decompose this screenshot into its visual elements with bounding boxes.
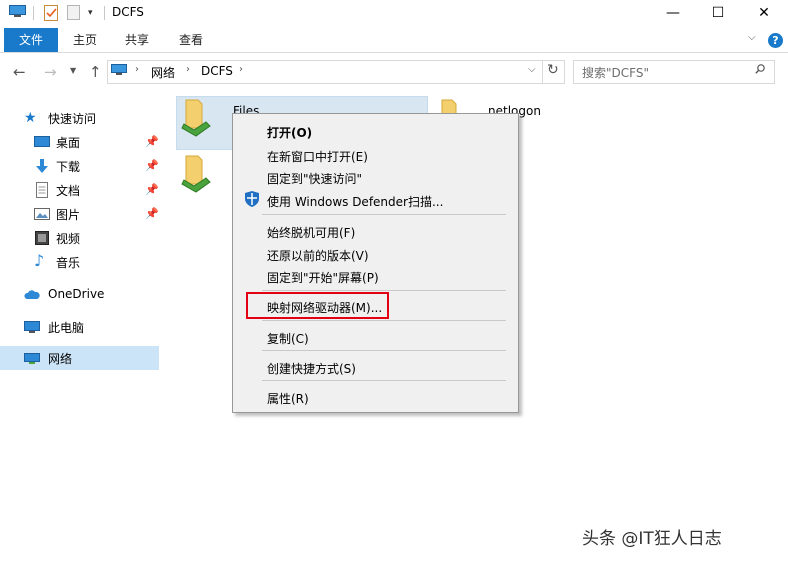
address-bar[interactable] [107,60,565,84]
new-document-icon[interactable] [67,5,80,20]
nav-item-desktop[interactable]: 桌面 📌 [0,130,159,154]
nav-label: 视频 [56,232,81,246]
nav-label: 音乐 [56,256,81,270]
breadcrumb-separator-icon[interactable]: › [135,64,139,75]
pin-icon[interactable]: 📌 [145,207,159,220]
breadcrumb-separator-icon[interactable]: › [239,64,243,75]
expand-ribbon-icon[interactable]: ⌵ [748,32,756,43]
nav-label: 网络 [48,352,73,366]
close-button[interactable]: ✕ [741,0,787,26]
recent-locations-icon[interactable]: ▼ [70,66,76,75]
nav-label: 此电脑 [48,321,85,335]
breadcrumb-separator-icon[interactable]: › [186,64,190,75]
menu-item-open-new-window[interactable]: 在新窗口中打开(E) [267,148,368,165]
breadcrumb-network[interactable]: 网络 [151,64,175,81]
forward-arrow-icon[interactable]: → [44,63,57,81]
nav-label: OneDrive [48,287,105,301]
search-placeholder: 搜索"DCFS" [582,66,649,80]
breadcrumb-dcfs[interactable]: DCFS [201,64,233,78]
tab-view[interactable]: 查看 [179,28,203,52]
shared-folder-icon[interactable] [180,154,214,200]
pin-icon[interactable]: 📌 [145,159,159,172]
title-separator [104,6,105,20]
windows-defender-shield-icon [245,191,259,207]
customize-toolbar-dropdown-icon[interactable]: ▾ [88,8,93,18]
help-icon[interactable]: ? [768,33,783,48]
refresh-separator [542,61,543,83]
menu-item-copy[interactable]: 复制(C) [267,330,309,347]
menu-separator [262,290,506,291]
shared-folder-icon [181,99,211,137]
quick-access-separator [33,6,34,20]
pin-icon[interactable]: 📌 [145,135,159,148]
up-arrow-icon[interactable]: ↑ [89,63,102,81]
nav-label: 图片 [56,208,81,222]
tab-home[interactable]: 主页 [73,28,97,52]
back-arrow-icon[interactable]: ← [13,63,26,81]
desktop-icon [34,136,50,147]
nav-label: 桌面 [56,136,81,150]
music-icon: ♪ [34,251,45,270]
menu-item-defender-scan[interactable]: 使用 Windows Defender扫描... [267,193,443,210]
menu-item-create-shortcut[interactable]: 创建快捷方式(S) [267,360,356,377]
network-location-icon [111,64,127,75]
properties-check-icon[interactable] [44,4,59,21]
nav-item-onedrive[interactable]: OneDrive [0,283,159,307]
onedrive-cloud-icon [24,290,40,299]
minimize-button[interactable]: — [650,0,696,26]
nav-item-music[interactable]: ♪ 音乐 [0,250,159,274]
nav-item-downloads[interactable]: 下载 📌 [0,154,159,178]
menu-separator [262,350,506,351]
tab-file[interactable]: 文件 [4,28,58,52]
picture-icon [34,208,50,220]
refresh-icon[interactable]: ↻ [547,62,559,78]
maximize-button[interactable]: ☐ [695,0,741,26]
nav-item-this-pc[interactable]: 此电脑 [0,315,159,339]
nav-item-pictures[interactable]: 图片 📌 [0,202,159,226]
network-icon [24,353,40,364]
watermark: 头条 @IT狂人日志 [582,529,722,549]
menu-item-restore-previous[interactable]: 还原以前的版本(V) [267,247,369,264]
menu-item-pin-start[interactable]: 固定到"开始"屏幕(P) [267,269,379,286]
nav-item-documents[interactable]: 文档 📌 [0,178,159,202]
menu-separator [262,214,506,215]
pin-icon[interactable]: 📌 [145,183,159,196]
map-drive-highlight-box [246,292,389,319]
window-title: DCFS [112,5,144,19]
computer-icon[interactable] [9,5,26,18]
menu-item-properties[interactable]: 属性(R) [267,390,309,407]
menu-item-always-offline[interactable]: 始终脱机可用(F) [267,224,355,241]
this-pc-icon [24,321,40,333]
document-icon [36,182,48,198]
nav-label: 文档 [56,184,81,198]
menu-item-pin-quick-access[interactable]: 固定到"快速访问" [267,170,362,187]
search-icon[interactable] [755,64,765,74]
nav-label: 下载 [56,160,81,174]
video-icon [35,231,49,245]
menu-item-open[interactable]: 打开(O) [267,124,312,141]
menu-separator [262,320,506,321]
menu-separator [262,380,506,381]
star-icon: ★ [24,110,37,126]
download-icon [36,159,48,173]
nav-label: 快速访问 [48,112,97,126]
nav-item-videos[interactable]: 视频 [0,226,159,250]
tab-share[interactable]: 共享 [125,28,149,52]
nav-item-network[interactable]: 网络 [0,346,159,370]
nav-quick-access[interactable]: ★ 快速访问 [0,106,159,130]
address-history-dropdown-icon[interactable]: ⌵ [528,64,536,75]
ribbon-bar [0,28,788,53]
